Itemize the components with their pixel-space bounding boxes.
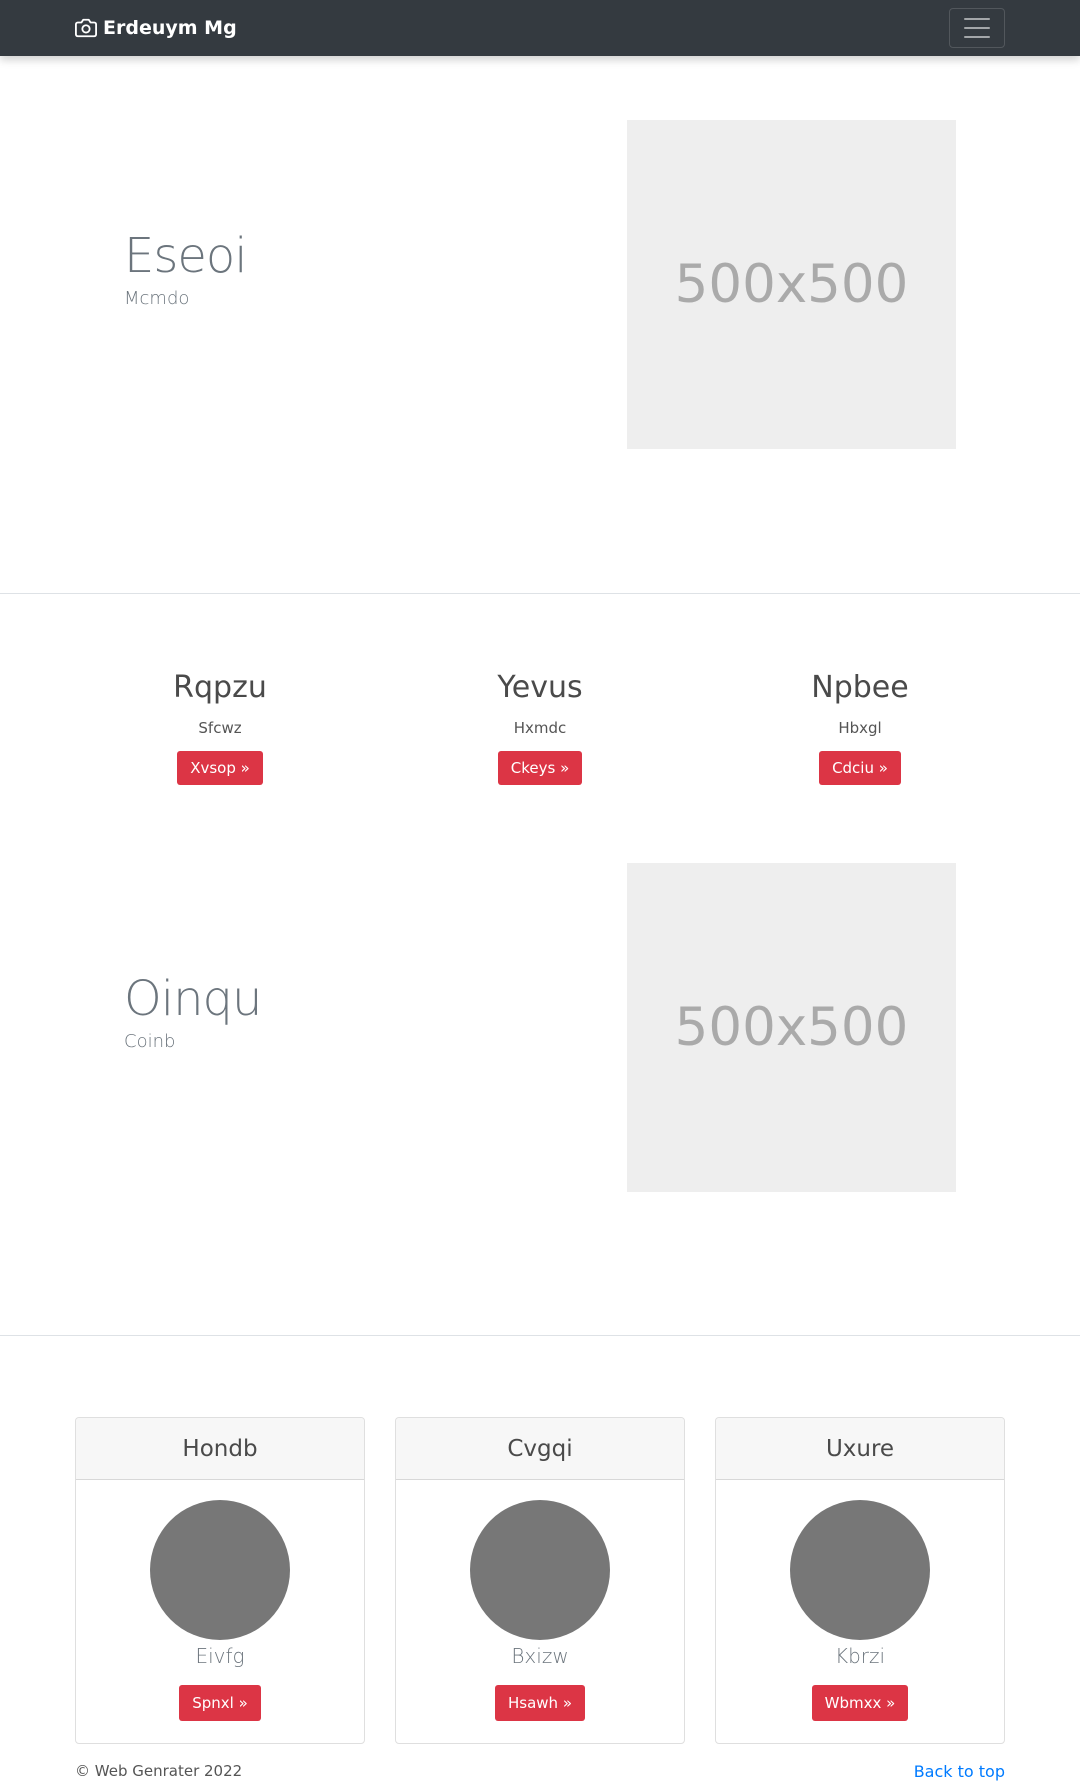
feature-text-1: Eseoi Mcmdo [124, 228, 248, 309]
brand-link[interactable]: Erdeuym Mg [75, 0, 237, 56]
card-header: Cvgqi [396, 1418, 684, 1480]
column-heading: Npbee [811, 670, 909, 705]
column-1-button[interactable]: Xvsop » [177, 751, 263, 785]
feature-text-2: Oinqu Coinb [124, 971, 262, 1052]
back-to-top-link[interactable]: Back to top [914, 1762, 1005, 1781]
card-body: Eivfg Spnxl » [76, 1500, 364, 1721]
section-divider [0, 1335, 1080, 1336]
card-3-button[interactable]: Wbmxx » [811, 1685, 909, 1721]
card-2-button[interactable]: Hsawh » [494, 1685, 585, 1721]
column-heading: Rqpzu [173, 670, 267, 705]
camera-icon [75, 18, 97, 38]
feature-heading: Oinqu [124, 971, 262, 1027]
feature-subheading: Coinb [124, 1031, 176, 1052]
avatar [150, 1500, 290, 1640]
card-header: Uxure [716, 1418, 1004, 1480]
card-1: Hondb Eivfg Spnxl » [75, 1417, 365, 1744]
card-1-button[interactable]: Spnxl » [179, 1685, 261, 1721]
footer-copyright: © Web Genrater 2022 [75, 1762, 243, 1780]
placeholder-image: 500x500 [627, 120, 956, 449]
card-body: Kbrzi Wbmxx » [716, 1500, 1004, 1721]
column-2: Yevus Hxmdc Ckeys » [390, 670, 690, 785]
card-text: Kbrzi [834, 1644, 886, 1668]
placeholder-image: 500x500 [627, 863, 956, 1192]
column-1: Rqpzu Sfcwz Xvsop » [70, 670, 370, 785]
column-text: Hbxgl [838, 719, 882, 737]
feature-section-1: Eseoi Mcmdo 500x500 [0, 120, 1080, 449]
card-body: Bxizw Hsawh » [396, 1500, 684, 1721]
section-divider [0, 593, 1080, 594]
avatar [790, 1500, 930, 1640]
column-2-button[interactable]: Ckeys » [497, 751, 583, 785]
card-header: Hondb [76, 1418, 364, 1480]
column-heading: Yevus [497, 670, 583, 705]
hamburger-icon [964, 18, 990, 38]
brand-name: Erdeuym Mg [103, 17, 237, 39]
column-3: Npbee Hbxgl Cdciu » [710, 670, 1010, 785]
column-text: Sfcwz [198, 719, 242, 737]
card-text: Bxizw [511, 1644, 569, 1668]
column-3-button[interactable]: Cdciu » [819, 751, 901, 785]
column-text: Hxmdc [513, 719, 567, 737]
feature-subheading: Mcmdo [124, 288, 190, 309]
card-3: Uxure Kbrzi Wbmxx » [715, 1417, 1005, 1744]
top-navbar: Erdeuym Mg [0, 0, 1080, 56]
card-2: Cvgqi Bxizw Hsawh » [395, 1417, 685, 1744]
card-text: Eivfg [195, 1644, 245, 1668]
feature-heading: Eseoi [124, 228, 248, 284]
avatar [470, 1500, 610, 1640]
navbar-toggler-button[interactable] [949, 8, 1005, 48]
feature-section-2: Oinqu Coinb 500x500 [0, 863, 1080, 1192]
